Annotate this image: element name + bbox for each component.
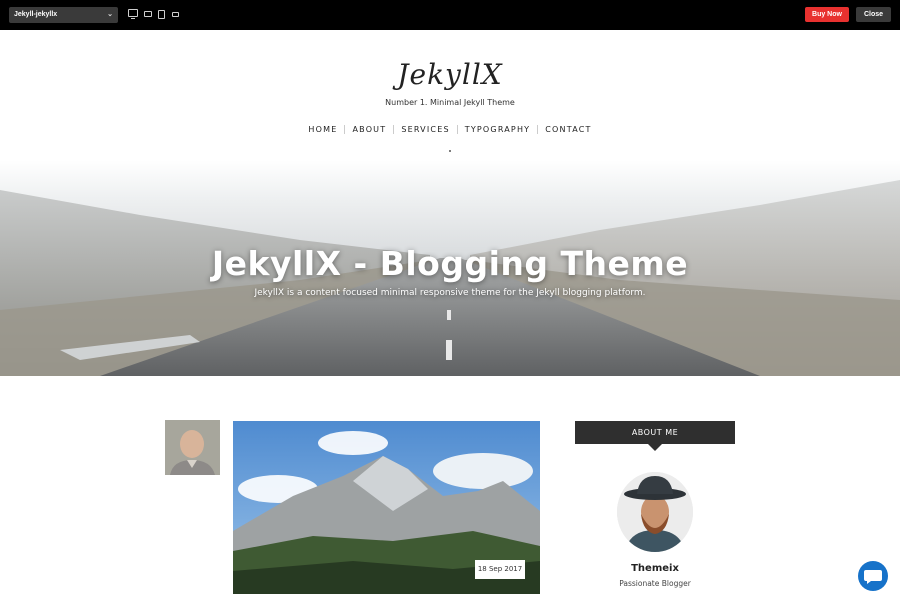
nav-contact[interactable]: CONTACT xyxy=(538,125,598,134)
author-avatar[interactable] xyxy=(165,420,220,475)
about-me-header: ABOUT ME xyxy=(575,421,735,444)
profile-portrait xyxy=(617,472,693,552)
profile-name: Themeix xyxy=(631,563,679,574)
profile-role: Passionate Blogger xyxy=(619,579,691,588)
nav-indicator-dot xyxy=(449,150,451,152)
nav-typography[interactable]: TYPOGRAPHY xyxy=(458,125,538,134)
main-nav: HOME ABOUT SERVICES TYPOGRAPHY CONTACT xyxy=(0,125,900,134)
phone-icon[interactable] xyxy=(172,12,179,17)
theme-select-label: Jekyll-jekyllx xyxy=(14,11,58,18)
author-photo xyxy=(165,420,220,475)
chat-bubble-icon xyxy=(864,570,882,584)
about-me-pointer xyxy=(648,444,662,451)
nav-home[interactable]: HOME xyxy=(301,125,344,134)
laptop-icon[interactable] xyxy=(144,11,152,17)
nav-about[interactable]: ABOUT xyxy=(345,125,393,134)
theme-select[interactable]: Jekyll-jekyllx ⌄ xyxy=(9,7,118,23)
tablet-icon[interactable] xyxy=(158,10,165,19)
desktop-icon[interactable] xyxy=(128,9,138,19)
close-button[interactable]: Close xyxy=(856,7,891,22)
profile-photo[interactable] xyxy=(617,472,693,552)
hero-title: JekyllX - Blogging Theme xyxy=(211,244,689,283)
hero-subtitle: JekyllX is a content focused minimal res… xyxy=(254,288,646,298)
nav-services[interactable]: SERVICES xyxy=(394,125,456,134)
site-tagline: Number 1. Minimal Jekyll Theme xyxy=(385,98,515,107)
buy-now-button[interactable]: Buy Now xyxy=(805,7,849,22)
chat-button[interactable] xyxy=(858,561,888,591)
chevron-down-icon: ⌄ xyxy=(107,11,113,18)
site-logo[interactable]: JekyllX xyxy=(0,58,900,91)
hero-banner: JekyllX - Blogging Theme JekyllX is a co… xyxy=(0,160,900,376)
post-date-badge: 18 Sep 2017 xyxy=(475,560,525,579)
post-featured-image[interactable]: 18 Sep 2017 xyxy=(233,421,540,594)
preview-toolbar: Jekyll-jekyllx ⌄ Buy Now Close xyxy=(0,0,900,30)
